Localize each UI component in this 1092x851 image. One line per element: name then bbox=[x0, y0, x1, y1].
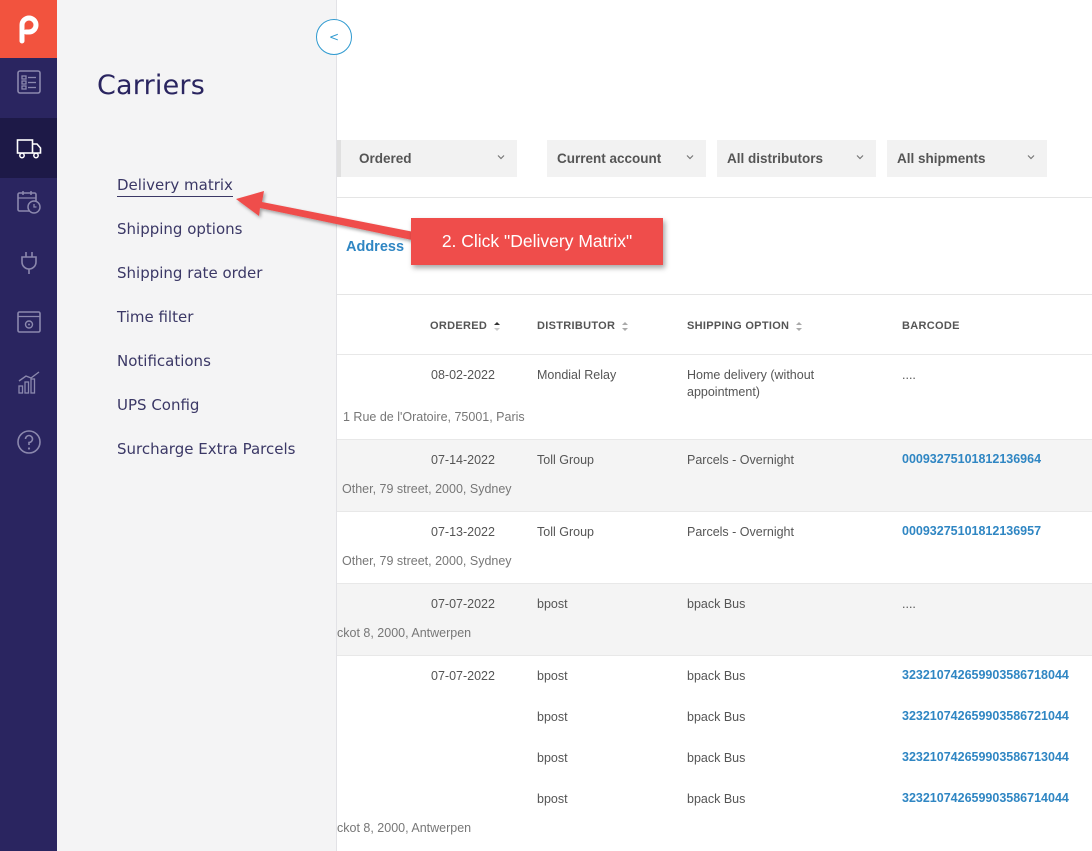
carriers-panel: Carriers Delivery matrix Shipping option… bbox=[57, 0, 337, 851]
chevron-down-icon bbox=[1027, 155, 1035, 160]
distributors-filter[interactable]: All distributors bbox=[717, 140, 876, 177]
distributor: bpost bbox=[537, 597, 568, 611]
address: 1 Rue de l'Oratoire, 75001, Paris bbox=[343, 410, 525, 424]
table-row[interactable]: 08-02-2022 Mondial Relay Home delivery (… bbox=[337, 354, 1092, 439]
barcode-link[interactable]: 323210742659903586721044 bbox=[902, 709, 1069, 723]
help-icon[interactable] bbox=[0, 412, 57, 472]
menu-item-ups-config[interactable]: UPS Config bbox=[117, 396, 199, 414]
distributor: Toll Group bbox=[537, 525, 594, 539]
column-header-label: DISTRIBUTOR bbox=[537, 320, 616, 332]
barcode-link[interactable]: 00093275101812136964 bbox=[902, 452, 1041, 466]
barcode-link[interactable]: 323210742659903586718044 bbox=[902, 668, 1069, 682]
orders-icon[interactable] bbox=[0, 52, 57, 112]
column-header-label: SHIPPING OPTION bbox=[687, 320, 790, 332]
menu-item-notifications[interactable]: Notifications bbox=[117, 352, 211, 370]
shipping-option: Home delivery (without appointment) bbox=[687, 368, 815, 399]
barcode-link[interactable]: 323210742659903586714044 bbox=[902, 791, 1069, 805]
chevron-down-icon bbox=[497, 155, 505, 160]
plug-icon[interactable] bbox=[0, 232, 57, 292]
shipments-filter-label: All shipments bbox=[897, 151, 986, 166]
truck-icon[interactable] bbox=[0, 118, 57, 178]
shipping-option: bpack Bus bbox=[687, 597, 746, 611]
menu-item-surcharge-extra-parcels[interactable]: Surcharge Extra Parcels bbox=[117, 440, 295, 458]
distributor: bpost bbox=[537, 710, 568, 724]
shipping-option: bpack Bus bbox=[687, 792, 746, 806]
column-header-barcode: BARCODE bbox=[902, 320, 960, 332]
menu-item-delivery-matrix[interactable]: Delivery matrix bbox=[117, 176, 233, 197]
column-header-label: ORDERED bbox=[430, 320, 488, 332]
chevron-down-icon bbox=[686, 155, 694, 160]
distributor: Mondial Relay bbox=[537, 368, 617, 382]
distributors-filter-label: All distributors bbox=[727, 151, 824, 166]
chevron-down-icon bbox=[856, 155, 864, 160]
settings-window-icon[interactable] bbox=[0, 292, 57, 352]
table-row[interactable]: 07-07-2022 bpost bpack Bus .... ckot 8, … bbox=[337, 583, 1092, 655]
barcode: .... bbox=[902, 368, 916, 382]
ordered-filter[interactable]: Ordered bbox=[337, 140, 517, 177]
table-row[interactable]: 07-13-2022 Toll Group Parcels - Overnigh… bbox=[337, 511, 1092, 583]
tab-address[interactable]: Address bbox=[346, 239, 404, 255]
shipments-filter[interactable]: All shipments bbox=[887, 140, 1047, 177]
account-filter-label: Current account bbox=[557, 151, 662, 166]
icon-rail bbox=[0, 0, 57, 851]
distributor: bpost bbox=[537, 792, 568, 806]
shipping-option: Parcels - Overnight bbox=[687, 525, 794, 539]
distributor: bpost bbox=[537, 751, 568, 765]
address: Other, 79 street, 2000, Sydney bbox=[342, 482, 512, 496]
calendar-clock-icon[interactable] bbox=[0, 172, 57, 232]
shipping-option: bpack Bus bbox=[687, 751, 746, 765]
sort-icon bbox=[622, 321, 629, 331]
address: ckot 8, 2000, Antwerpen bbox=[337, 821, 472, 835]
address: Other, 79 street, 2000, Sydney bbox=[342, 554, 512, 568]
ordered-filter-label: Ordered bbox=[359, 151, 412, 166]
column-header-ordered[interactable]: ORDERED bbox=[430, 320, 501, 332]
ordered-date: 07-07-2022 bbox=[431, 597, 495, 611]
instruction-callout: 2. Click "Delivery Matrix" bbox=[411, 218, 663, 265]
menu-item-shipping-options[interactable]: Shipping options bbox=[117, 220, 242, 238]
shipping-option: bpack Bus bbox=[687, 710, 746, 724]
ordered-date: 07-14-2022 bbox=[431, 453, 495, 467]
ordered-date: 08-02-2022 bbox=[431, 368, 495, 382]
divider bbox=[337, 294, 1092, 295]
column-header-distributor[interactable]: DISTRIBUTOR bbox=[537, 320, 629, 332]
barcode: .... bbox=[902, 597, 916, 611]
address: ckot 8, 2000, Antwerpen bbox=[337, 626, 472, 640]
account-filter[interactable]: Current account bbox=[547, 140, 706, 177]
shipping-option: bpack Bus bbox=[687, 669, 746, 683]
barcode-link[interactable]: 00093275101812136957 bbox=[902, 524, 1041, 538]
sort-ascending-icon bbox=[494, 321, 501, 331]
table-row[interactable]: 07-07-2022 bpost bpack Bus 3232107426599… bbox=[337, 655, 1092, 851]
menu-item-time-filter[interactable]: Time filter bbox=[117, 308, 193, 326]
distributor: bpost bbox=[537, 669, 568, 683]
sort-icon bbox=[796, 321, 803, 331]
column-header-label: BARCODE bbox=[902, 320, 960, 332]
barcode-link[interactable]: 323210742659903586713044 bbox=[902, 750, 1069, 764]
divider bbox=[337, 197, 1092, 198]
distributor: Toll Group bbox=[537, 453, 594, 467]
ordered-date: 07-13-2022 bbox=[431, 525, 495, 539]
column-header-shipping-option[interactable]: SHIPPING OPTION bbox=[687, 320, 803, 332]
menu-item-shipping-rate-order[interactable]: Shipping rate order bbox=[117, 264, 262, 282]
table-row[interactable]: 07-14-2022 Toll Group Parcels - Overnigh… bbox=[337, 439, 1092, 511]
analytics-icon[interactable] bbox=[0, 352, 57, 412]
ordered-date: 07-07-2022 bbox=[431, 669, 495, 683]
panel-title: Carriers bbox=[97, 70, 206, 101]
collapse-panel-button[interactable]: < bbox=[316, 19, 352, 55]
logo-icon[interactable] bbox=[0, 0, 57, 58]
shipping-option: Parcels - Overnight bbox=[687, 453, 794, 467]
